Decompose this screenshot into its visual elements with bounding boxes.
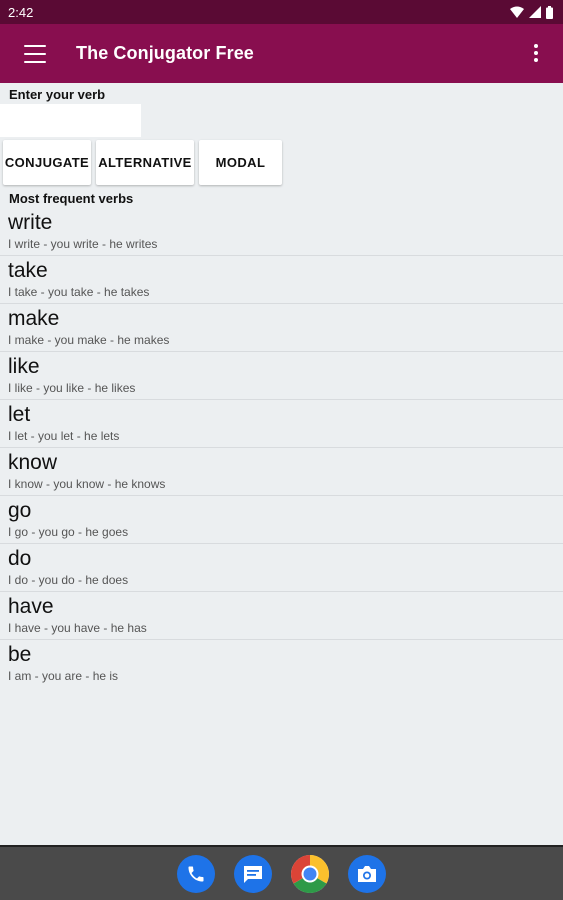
alternative-button[interactable]: ALTERNATIVE <box>96 140 194 185</box>
messages-icon[interactable] <box>234 854 272 893</box>
verb-name: have <box>8 595 54 618</box>
verb-input-label: Enter your verb <box>9 87 106 102</box>
verb-forms: I like - you like - he likes <box>8 381 136 395</box>
verb-name: go <box>8 499 32 522</box>
verb-list: write I write - you write - he writes tak… <box>0 208 563 688</box>
camera-icon[interactable] <box>348 854 386 893</box>
verb-forms: I let - you let - he lets <box>8 429 120 443</box>
verb-forms: I write - you write - he writes <box>8 237 158 251</box>
list-item-take[interactable]: take I take - you take - he takes <box>0 256 563 304</box>
list-item-like[interactable]: like I like - you like - he likes <box>0 352 563 400</box>
verb-name: be <box>8 643 32 666</box>
verb-forms: I know - you know - he knows <box>8 477 166 491</box>
status-icons <box>510 5 553 19</box>
verb-forms: I am - you are - he is <box>8 669 119 683</box>
chrome-icon[interactable] <box>291 854 329 893</box>
wifi-icon <box>510 6 524 18</box>
verb-forms: I take - you take - he takes <box>8 285 150 299</box>
conjugate-button[interactable]: CONJUGATE <box>3 140 91 185</box>
overflow-menu-icon[interactable] <box>533 44 539 62</box>
list-item-do[interactable]: do I do - you do - he does <box>0 544 563 592</box>
verb-name: take <box>8 259 48 282</box>
verb-forms: I do - you do - he does <box>8 573 129 587</box>
hamburger-menu-icon[interactable] <box>24 44 46 63</box>
verb-name: let <box>8 403 31 426</box>
battery-icon <box>546 5 553 19</box>
status-time: 2:42 <box>8 4 34 20</box>
dock <box>0 845 563 900</box>
app-bar: The Conjugator Free <box>0 24 563 83</box>
verb-forms: I have - you have - he has <box>8 621 147 635</box>
list-item-write[interactable]: write I write - you write - he writes <box>0 208 563 256</box>
verb-name: like <box>8 355 40 378</box>
list-item-go[interactable]: go I go - you go - he goes <box>0 496 563 544</box>
modal-button[interactable]: MODAL <box>199 140 282 185</box>
app-title: The Conjugator Free <box>76 43 254 63</box>
main-content: Enter your verb CONJUGATE ALTERNATIVE MO… <box>0 83 563 845</box>
list-item-be[interactable]: be I am - you are - he is <box>0 640 563 688</box>
frequent-verbs-heading: Most frequent verbs <box>9 191 134 206</box>
verb-name: make <box>8 307 60 330</box>
list-item-have[interactable]: have I have - you have - he has <box>0 592 563 640</box>
signal-icon <box>529 6 541 18</box>
verb-forms: I go - you go - he goes <box>8 525 129 539</box>
status-bar: 2:42 <box>0 0 563 24</box>
verb-name: write <box>8 211 53 234</box>
list-item-know[interactable]: know I know - you know - he knows <box>0 448 563 496</box>
phone-icon[interactable] <box>177 854 215 893</box>
verb-forms: I make - you make - he makes <box>8 333 170 347</box>
list-item-make[interactable]: make I make - you make - he makes <box>0 304 563 352</box>
verb-input[interactable] <box>0 104 141 137</box>
verb-name: do <box>8 547 32 570</box>
list-item-let[interactable]: let I let - you let - he lets <box>0 400 563 448</box>
verb-name: know <box>8 451 58 474</box>
